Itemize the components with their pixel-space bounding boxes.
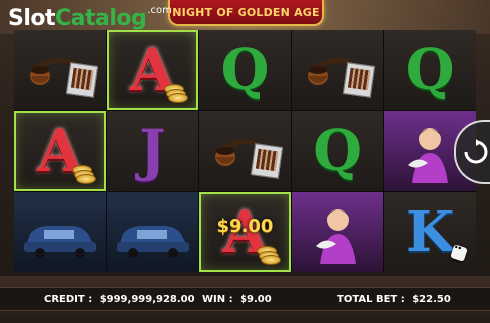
symbol-q: Q	[291, 111, 384, 191]
symbol-car	[106, 192, 199, 272]
coins-icon	[164, 84, 189, 103]
status-bar: CREDIT : $999,999,928.00 WIN : $9.00 TOT…	[0, 287, 490, 311]
credit-value: $999,999,928.00	[99, 293, 195, 305]
symbol-pipe	[199, 111, 291, 191]
logo-catalog: Catalog	[55, 6, 147, 31]
win-display: WIN : $9.00	[202, 294, 272, 305]
letter-j: J	[139, 118, 166, 184]
game-title: NIGHT OF GOLDEN AGE	[168, 0, 324, 26]
total-bet-value: $22.50	[412, 293, 451, 305]
credit-display: CREDIT : $999,999,928.00	[44, 294, 195, 305]
symbol-a-win: A $9.00	[199, 192, 291, 272]
symbol-a: A	[14, 111, 106, 191]
reel-grid: A Q Q A J Q A $9.00 K • •	[14, 30, 476, 272]
letter-q: Q	[220, 37, 270, 103]
symbol-pipe	[14, 30, 106, 110]
lady-icon	[408, 128, 449, 183]
slotcatalog-logo: Slot Catalog .com	[8, 5, 172, 32]
symbol-j: J	[106, 111, 199, 191]
symbol-q: Q	[384, 30, 476, 110]
win-value: $9.00	[240, 293, 272, 305]
matchbox-icon	[65, 62, 98, 98]
logo-com: .com	[147, 5, 172, 16]
letter-q: Q	[405, 37, 455, 103]
spin-arrows-icon	[464, 139, 488, 164]
symbol-k: K	[384, 192, 476, 272]
letter-k: K	[405, 199, 455, 265]
car-icon	[24, 226, 96, 258]
symbol-q: Q	[199, 30, 291, 110]
matchbox-icon	[250, 143, 283, 179]
win-amount-label: $9.00	[216, 216, 274, 237]
coins-icon	[256, 246, 281, 265]
win-label: WIN :	[202, 293, 233, 305]
symbol-lady	[291, 192, 384, 272]
letter-q: Q	[313, 118, 362, 184]
credit-label: CREDIT :	[44, 293, 93, 305]
matchbox-icon	[343, 62, 376, 98]
total-bet-label: TOTAL BET :	[337, 293, 405, 305]
symbol-car	[14, 192, 106, 272]
car-icon	[116, 226, 189, 258]
total-bet-display: TOTAL BET : $22.50	[337, 294, 451, 305]
lady-icon	[315, 209, 356, 264]
logo-slot: Slot	[8, 6, 56, 31]
coins-icon	[71, 165, 96, 184]
symbol-a: A	[106, 30, 199, 110]
symbol-pipe	[291, 30, 384, 110]
